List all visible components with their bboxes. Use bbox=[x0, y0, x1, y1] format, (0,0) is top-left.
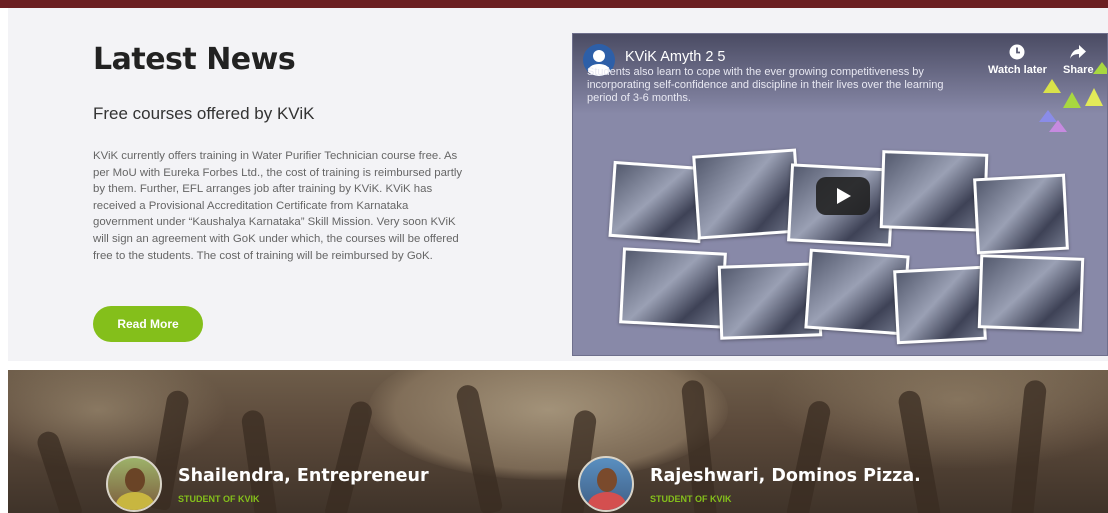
top-bar bbox=[0, 0, 1108, 8]
testimonial-name: Shailendra, Entrepreneur bbox=[178, 466, 429, 486]
decorative-triangle bbox=[1093, 62, 1107, 74]
video-caption-text: Students also learn to cope with the eve… bbox=[587, 66, 944, 104]
decorative-triangle bbox=[1049, 120, 1067, 132]
testimonial-name: Rajeshwari, Dominos Pizza. bbox=[650, 466, 921, 486]
youtube-video-embed[interactable]: KViK Amyth 2 5 Students also learn to co… bbox=[572, 33, 1108, 356]
watch-later-button[interactable]: Watch later bbox=[988, 44, 1047, 76]
latest-news-heading: Latest News bbox=[93, 42, 296, 77]
share-label: Share bbox=[1063, 64, 1094, 76]
clock-icon bbox=[1009, 44, 1025, 60]
avatar bbox=[578, 456, 634, 512]
testimonial-role: STUDENT OF KVIK bbox=[650, 494, 732, 504]
video-collage-photo bbox=[879, 150, 989, 232]
video-collage-photo bbox=[619, 247, 727, 329]
read-more-button[interactable]: Read More bbox=[93, 306, 203, 342]
video-collage-photo bbox=[608, 160, 706, 244]
video-collage-photo bbox=[692, 148, 802, 240]
share-button[interactable]: Share bbox=[1063, 44, 1094, 76]
video-collage-photo bbox=[973, 173, 1069, 255]
avatar bbox=[106, 456, 162, 512]
news-article-title: Free courses offered by KViK bbox=[93, 104, 315, 123]
play-icon[interactable] bbox=[816, 177, 870, 215]
news-article-body: KViK currently offers training in Water … bbox=[93, 150, 463, 262]
decorative-triangle bbox=[1063, 92, 1081, 108]
testimonial-role: STUDENT OF KVIK bbox=[178, 494, 260, 504]
video-collage-photo bbox=[893, 265, 987, 345]
video-title[interactable]: KViK Amyth 2 5 bbox=[625, 49, 725, 65]
decorative-triangle bbox=[1043, 79, 1061, 93]
background-hand bbox=[323, 399, 375, 513]
watch-later-label: Watch later bbox=[988, 64, 1047, 76]
decorative-triangle bbox=[1085, 88, 1103, 106]
share-arrow-icon bbox=[1070, 45, 1087, 59]
testimonials-section: Shailendra, Entrepreneur STUDENT OF KVIK… bbox=[8, 370, 1108, 513]
video-collage-photo bbox=[977, 254, 1085, 332]
